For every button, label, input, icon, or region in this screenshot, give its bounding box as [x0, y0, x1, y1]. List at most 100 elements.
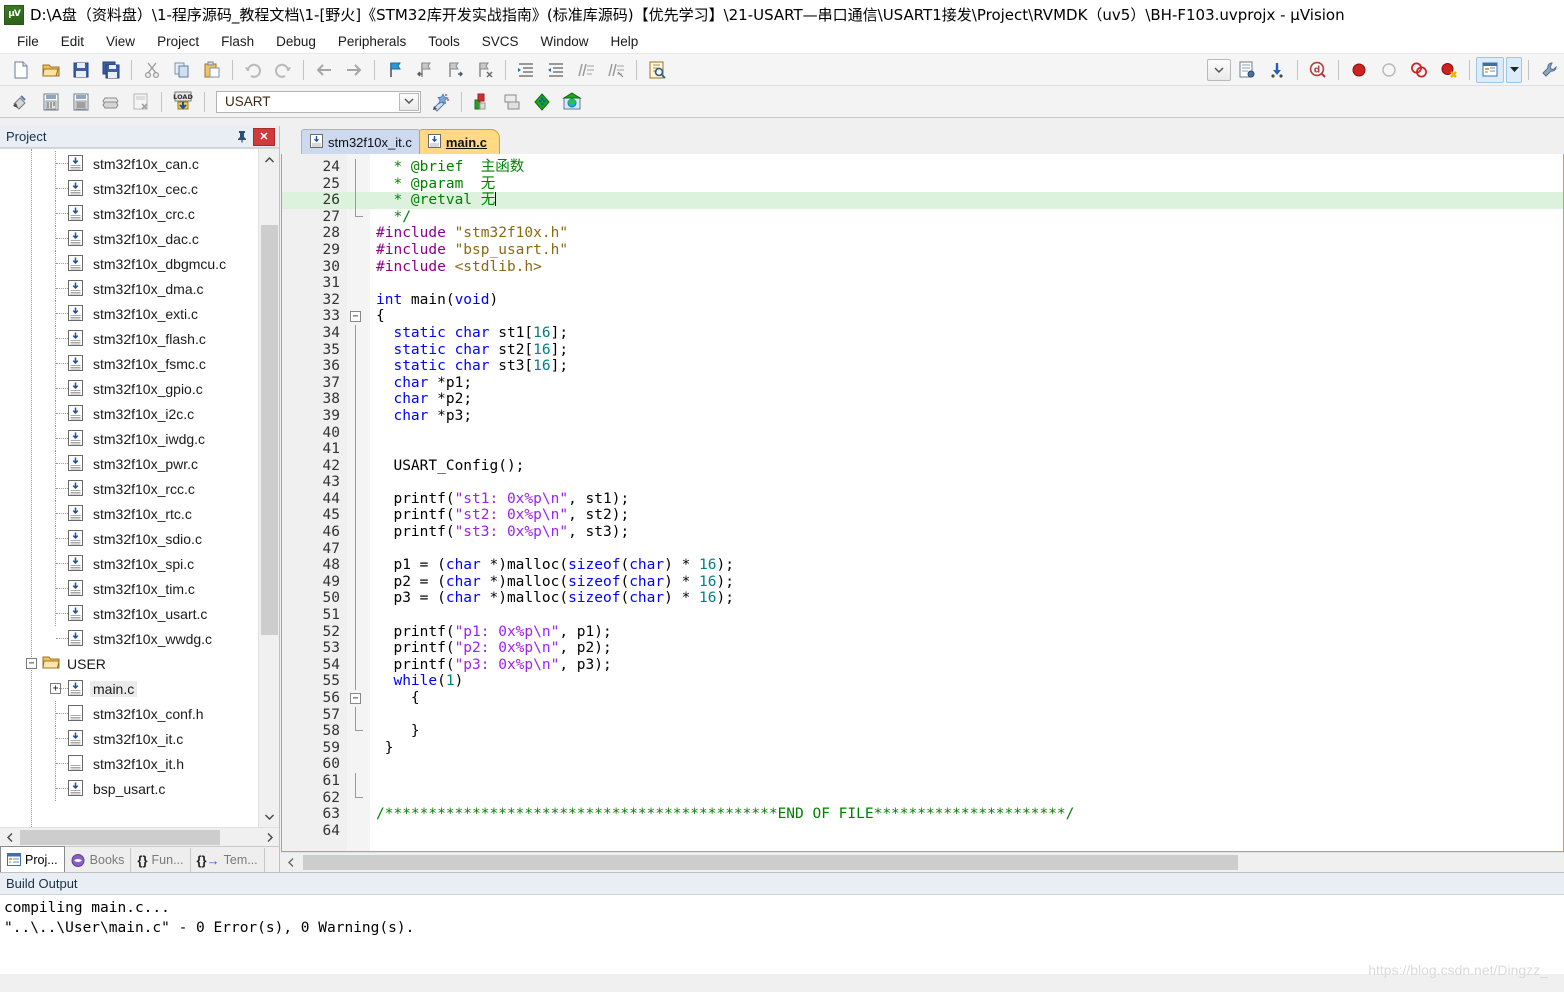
- menu-file[interactable]: File: [6, 31, 50, 52]
- tree-file[interactable]: stm32f10x_usart.c: [0, 601, 257, 626]
- tree-file[interactable]: stm32f10x_sdio.c: [0, 526, 257, 551]
- tab-functions[interactable]: {} Fun...: [131, 848, 190, 872]
- menu-flash[interactable]: Flash: [210, 31, 265, 52]
- cut-icon[interactable]: [138, 57, 166, 83]
- project-window-icon[interactable]: [1476, 57, 1504, 83]
- tree-file[interactable]: stm32f10x_pwr.c: [0, 451, 257, 476]
- tree-file[interactable]: stm32f10x_spi.c: [0, 551, 257, 576]
- tree-file[interactable]: stm32f10x_dbgmcu.c: [0, 251, 257, 276]
- scroll-left-icon[interactable]: [281, 853, 300, 872]
- editor-hscroll-thumb[interactable]: [303, 855, 1238, 870]
- indent-icon[interactable]: [512, 57, 540, 83]
- tree-file[interactable]: stm32f10x_wwdg.c: [0, 626, 257, 651]
- project-tree-scroll-thumb[interactable]: [261, 225, 278, 635]
- tab-books[interactable]: Books: [65, 848, 132, 872]
- manage-project-items-icon[interactable]: [468, 89, 496, 115]
- fold-marker[interactable]: −: [344, 308, 370, 325]
- menu-peripherals[interactable]: Peripherals: [327, 31, 417, 52]
- menu-tools[interactable]: Tools: [417, 31, 471, 52]
- bookmark-clear-icon[interactable]: [471, 57, 499, 83]
- bookmark-toggle-icon[interactable]: [381, 57, 409, 83]
- paste-icon[interactable]: [198, 57, 226, 83]
- configure-icon[interactable]: [1535, 57, 1563, 83]
- project-tree[interactable]: stm32f10x_can.cstm32f10x_cec.cstm32f10x_…: [0, 148, 279, 827]
- collapse-icon[interactable]: −: [26, 658, 37, 669]
- chevron-down-icon[interactable]: [399, 93, 419, 111]
- multi-project-icon[interactable]: [498, 89, 526, 115]
- menu-edit[interactable]: Edit: [50, 31, 95, 52]
- breakpoint-disable-icon[interactable]: [1375, 57, 1403, 83]
- editor-tab-main-c[interactable]: main.c: [419, 129, 500, 154]
- target-select[interactable]: USART: [216, 91, 421, 113]
- project-tree-vscrollbar[interactable]: [258, 149, 279, 827]
- download-icon[interactable]: LOAD: [168, 89, 198, 115]
- copy-icon[interactable]: [168, 57, 196, 83]
- comment-icon[interactable]: [572, 57, 600, 83]
- close-icon[interactable]: ✕: [253, 128, 275, 146]
- tree-file[interactable]: stm32f10x_it.c: [0, 726, 257, 751]
- tree-file[interactable]: stm32f10x_can.c: [0, 151, 257, 176]
- breakpoint-insert-icon[interactable]: [1345, 57, 1373, 83]
- bookmark-prev-icon[interactable]: [411, 57, 439, 83]
- scroll-down-icon[interactable]: [259, 806, 279, 827]
- uncomment-icon[interactable]: [602, 57, 630, 83]
- menu-help[interactable]: Help: [600, 31, 650, 52]
- pin-icon[interactable]: [233, 128, 251, 146]
- tree-file[interactable]: stm32f10x_cec.c: [0, 176, 257, 201]
- tree-folder[interactable]: −USER: [0, 651, 257, 676]
- tree-file[interactable]: stm32f10x_tim.c: [0, 576, 257, 601]
- menu-svcs[interactable]: SVCS: [471, 31, 530, 52]
- scroll-up-icon[interactable]: [259, 149, 279, 170]
- tree-file[interactable]: stm32f10x_iwdg.c: [0, 426, 257, 451]
- menu-window[interactable]: Window: [529, 31, 599, 52]
- scroll-right-icon[interactable]: [260, 828, 279, 847]
- scroll-left-icon[interactable]: [0, 828, 19, 847]
- tree-file[interactable]: stm32f10x_it.h: [0, 751, 257, 776]
- outdent-icon[interactable]: [542, 57, 570, 83]
- target-options-icon[interactable]: [427, 89, 455, 115]
- tab-project[interactable]: Proj...: [0, 846, 65, 872]
- tree-file[interactable]: stm32f10x_gpio.c: [0, 376, 257, 401]
- forward-icon[interactable]: [340, 57, 368, 83]
- save-icon[interactable]: [67, 57, 95, 83]
- menu-debug[interactable]: Debug: [265, 31, 327, 52]
- dropdown-arrow-icon[interactable]: [1207, 59, 1231, 81]
- stop-build-icon[interactable]: [127, 89, 155, 115]
- translate-icon[interactable]: [7, 89, 35, 115]
- menu-view[interactable]: View: [95, 31, 146, 52]
- tree-file[interactable]: stm32f10x_exti.c: [0, 301, 257, 326]
- step-into-icon[interactable]: [1263, 57, 1291, 83]
- build-icon[interactable]: [37, 89, 65, 115]
- new-file-icon[interactable]: [7, 57, 35, 83]
- back-icon[interactable]: [310, 57, 338, 83]
- tab-templates[interactable]: {}→ Tem...: [191, 848, 265, 872]
- code-editor[interactable]: 24 * @brief 主函数25 * @param 无26 * @retval…: [281, 154, 1564, 852]
- undo-icon[interactable]: [239, 57, 267, 83]
- tree-file[interactable]: stm32f10x_flash.c: [0, 326, 257, 351]
- rebuild-icon[interactable]: [67, 89, 95, 115]
- tree-file[interactable]: stm32f10x_rcc.c: [0, 476, 257, 501]
- tree-file[interactable]: stm32f10x_conf.h: [0, 701, 257, 726]
- build-output-text[interactable]: compiling main.c... "..\..\User\main.c" …: [0, 896, 1564, 974]
- breakpoint-kill-all-icon[interactable]: [1435, 57, 1463, 83]
- pack-installer-icon[interactable]: [528, 89, 556, 115]
- tree-file[interactable]: +main.c: [0, 676, 257, 701]
- project-tree-hscrollbar[interactable]: [0, 827, 279, 846]
- breakpoint-disable-all-icon[interactable]: [1405, 57, 1433, 83]
- editor-tab-stm32f10x-it-c[interactable]: stm32f10x_it.c: [301, 129, 425, 154]
- tree-file[interactable]: stm32f10x_crc.c: [0, 201, 257, 226]
- pack-manager-icon[interactable]: [558, 89, 586, 115]
- tree-file[interactable]: stm32f10x_dma.c: [0, 276, 257, 301]
- debug-start-icon[interactable]: d: [1304, 57, 1332, 83]
- redo-icon[interactable]: [269, 57, 297, 83]
- editor-hscrollbar[interactable]: [281, 852, 1564, 872]
- menu-project[interactable]: Project: [146, 31, 210, 52]
- tree-file[interactable]: stm32f10x_dac.c: [0, 226, 257, 251]
- collapse-icon[interactable]: −: [350, 693, 361, 704]
- project-tree-hscroll-thumb[interactable]: [20, 830, 220, 845]
- tree-file[interactable]: stm32f10x_rtc.c: [0, 501, 257, 526]
- tree-file[interactable]: bsp_usart.c: [0, 776, 257, 801]
- project-window-dropdown-icon[interactable]: [1506, 57, 1522, 83]
- collapse-icon[interactable]: −: [350, 311, 361, 322]
- find-in-files-icon[interactable]: [643, 57, 671, 83]
